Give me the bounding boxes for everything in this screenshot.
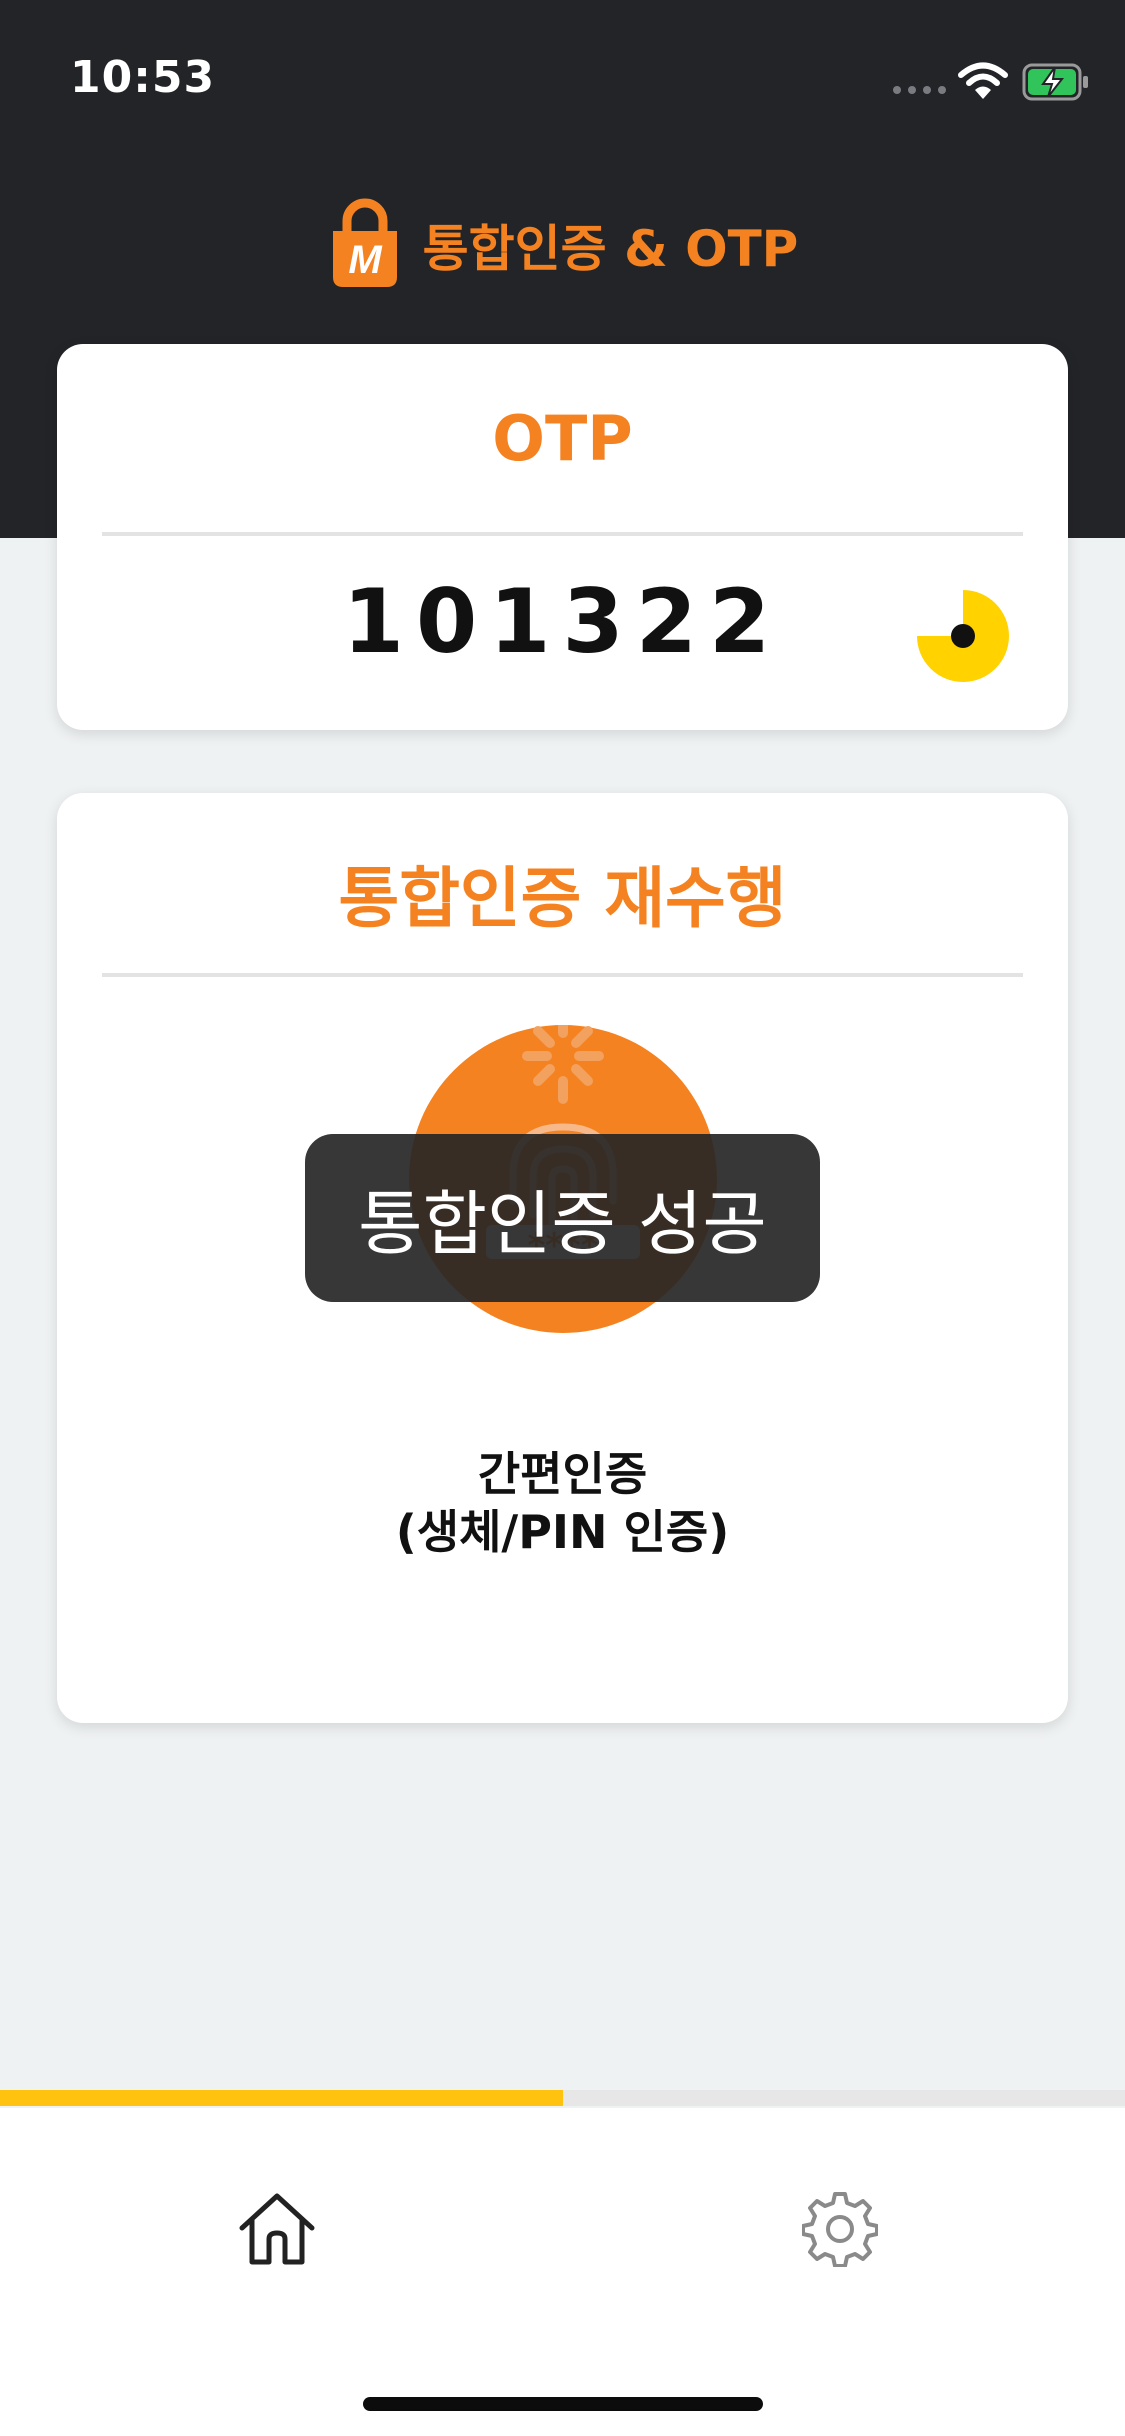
home-indicator	[363, 2397, 763, 2411]
simple-auth-label[interactable]: 간편인증 (생체/PIN 인증)	[57, 1445, 1068, 1561]
otp-timer-icon	[917, 590, 1009, 682]
home-icon	[239, 2193, 315, 2265]
auth-card-title: 통합인증 재수행	[338, 860, 787, 937]
divider	[102, 973, 1023, 977]
tab-home[interactable]	[212, 2174, 342, 2284]
success-toast: 통합인증 성공	[305, 1134, 820, 1302]
otp-card-title: OTP	[492, 402, 633, 475]
gear-icon	[802, 2192, 878, 2267]
simple-auth-label-line2: (생체/PIN 인증)	[395, 1505, 730, 1559]
progress-bar	[0, 2090, 1125, 2106]
tab-bar	[0, 2108, 1125, 2436]
status-bar: 10:53	[0, 0, 1125, 160]
lock-bag-logo-icon: M	[332, 198, 397, 287]
status-time: 10:53	[70, 52, 216, 103]
divider	[102, 532, 1023, 536]
otp-card: OTP 101322	[57, 344, 1068, 730]
simple-auth-label-line1: 간편인증	[477, 1447, 648, 1501]
logo-letter: M	[348, 238, 383, 282]
app-header: M 통합인증 & OTP	[0, 195, 1125, 295]
progress-bar-fill	[0, 2090, 563, 2106]
battery-charging-icon	[1022, 63, 1088, 101]
signal-icon	[893, 86, 946, 94]
tab-settings[interactable]	[775, 2174, 905, 2284]
app-title: 통합인증 & OTP	[422, 220, 799, 278]
wifi-icon	[958, 62, 1008, 99]
